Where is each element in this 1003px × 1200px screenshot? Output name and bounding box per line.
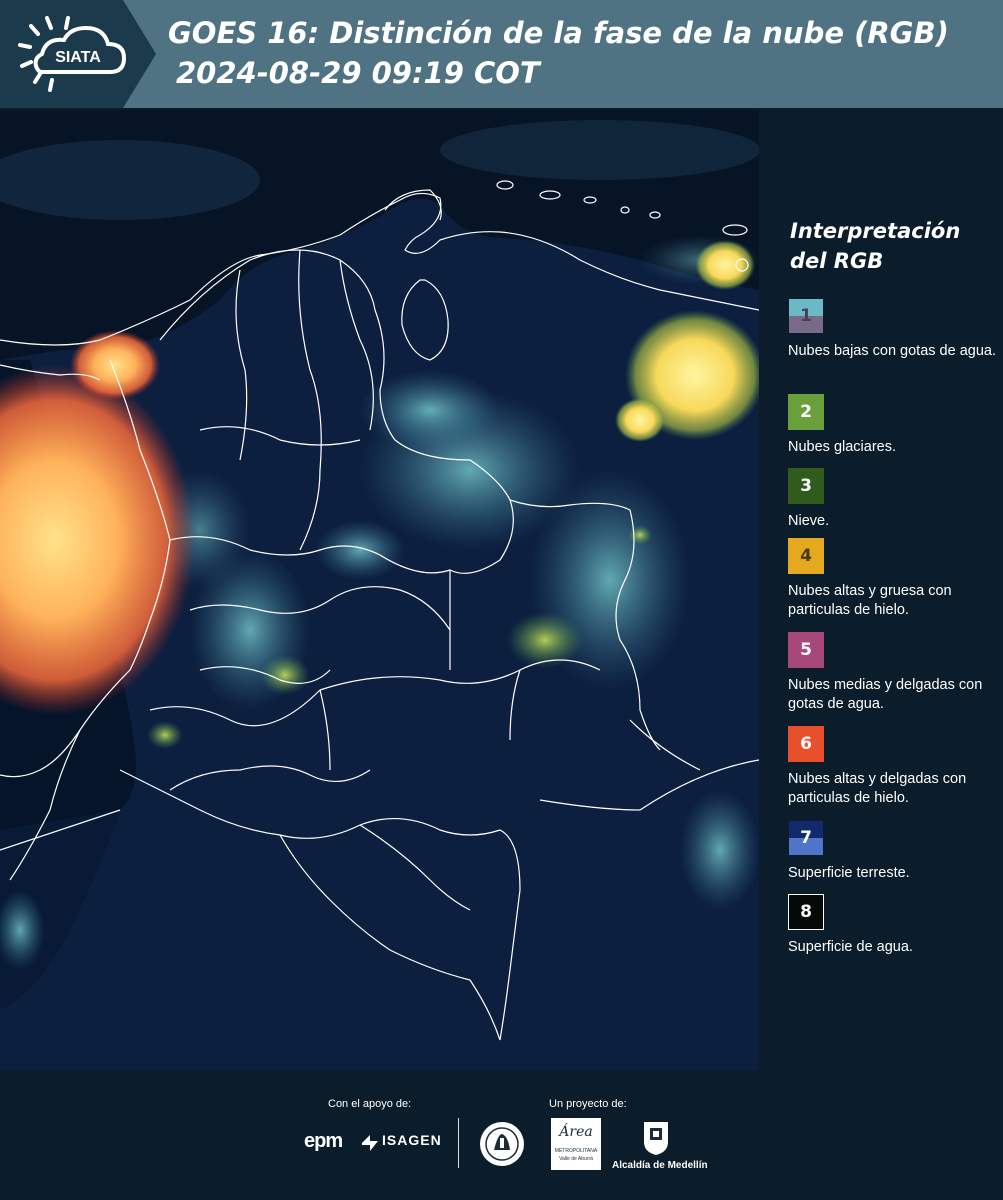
legend-label-7: Superficie terreste. (788, 865, 910, 881)
legend-swatch-3: 3 (788, 468, 824, 504)
satellite-map (0, 110, 759, 1070)
metropolitana-text: METROPOLITANA (554, 1148, 598, 1154)
page-timestamp: 2024-08-29 09:19 COT (176, 56, 540, 90)
legend-label-2: Nubes glaciares. (788, 439, 896, 455)
epm-logo: epm (304, 1130, 343, 1152)
valle-text: Valle de Aburrá (559, 1156, 593, 1162)
legend-swatch-4: 4 (788, 538, 824, 574)
page-title: GOES 16: Distinción de la fase de la nub… (168, 16, 949, 50)
legend-label-3: Nieve. (788, 513, 830, 529)
legend-swatch-1: 1 (788, 298, 824, 334)
legend-number-8: 8 (800, 902, 812, 922)
legend-item-1: 1 Nubes bajas con gotas de agua. (788, 298, 1000, 361)
legend-item-5: 5 Nubes medias y delgadas con gotas de a… (788, 632, 1000, 714)
legend-swatch-6: 6 (788, 726, 824, 762)
legend-item-4: 4 Nubes altas y gruesa con particulas de… (788, 538, 1000, 620)
legend-item-3: 3 Nieve. (788, 468, 1000, 531)
legend-number-6: 6 (800, 734, 812, 754)
legend-swatch-8: 8 (788, 894, 824, 930)
legend-label-4: Nubes altas y gruesa con particulas de h… (788, 583, 952, 618)
legend-number-5: 5 (800, 640, 812, 660)
seal-icon (480, 1122, 524, 1166)
footer: Con el apoyo de: Un proyecto de: epm ISA… (0, 1070, 1003, 1200)
legend-item-2: 2 Nubes glaciares. (788, 394, 1000, 457)
legend-number-3: 3 (800, 476, 812, 496)
area-metropolitana-logo: Área METROPOLITANA Valle de Aburrá (551, 1118, 601, 1170)
isagen-text: ISAGEN (382, 1132, 442, 1148)
legend-label-6: Nubes altas y delgadas con particulas de… (788, 771, 967, 806)
legend-swatch-5: 5 (788, 632, 824, 668)
support-label: Con el apoyo de: (328, 1098, 412, 1110)
area-text: Área (559, 1124, 593, 1140)
legend-label-8: Superficie de agua. (788, 939, 913, 955)
isagen-mark-icon (362, 1135, 378, 1151)
legend-swatch-7: 7 (788, 820, 824, 856)
alcaldia-text: Alcaldía de Medellín (612, 1160, 708, 1171)
legend: Interpretación del RGB 1 Nubes bajas con… (760, 110, 1003, 1070)
legend-number-1: 1 (800, 306, 812, 326)
logo-text: SIATA (55, 49, 101, 66)
legend-number-4: 4 (800, 546, 812, 566)
legend-swatch-2: 2 (788, 394, 824, 430)
legend-number-2: 2 (800, 402, 812, 422)
legend-label-1: Nubes bajas con gotas de agua. (788, 343, 996, 359)
project-label: Un proyecto de: (549, 1098, 627, 1110)
legend-item-8: 8 Superficie de agua. (788, 894, 1000, 957)
footer-divider (458, 1118, 459, 1168)
legend-item-7: 7 Superficie terreste. (788, 820, 1000, 883)
siata-logo: SIATA (0, 0, 156, 108)
legend-label-5: Nubes medias y delgadas con gotas de agu… (788, 677, 983, 712)
legend-item-6: 6 Nubes altas y delgadas con particulas … (788, 726, 1000, 808)
legend-number-7: 7 (800, 828, 812, 848)
header: SIATA GOES 16: Distinción de la fase de … (0, 0, 1003, 108)
coat-of-arms-icon (644, 1122, 668, 1155)
legend-title: Interpretación del RGB (790, 219, 961, 273)
